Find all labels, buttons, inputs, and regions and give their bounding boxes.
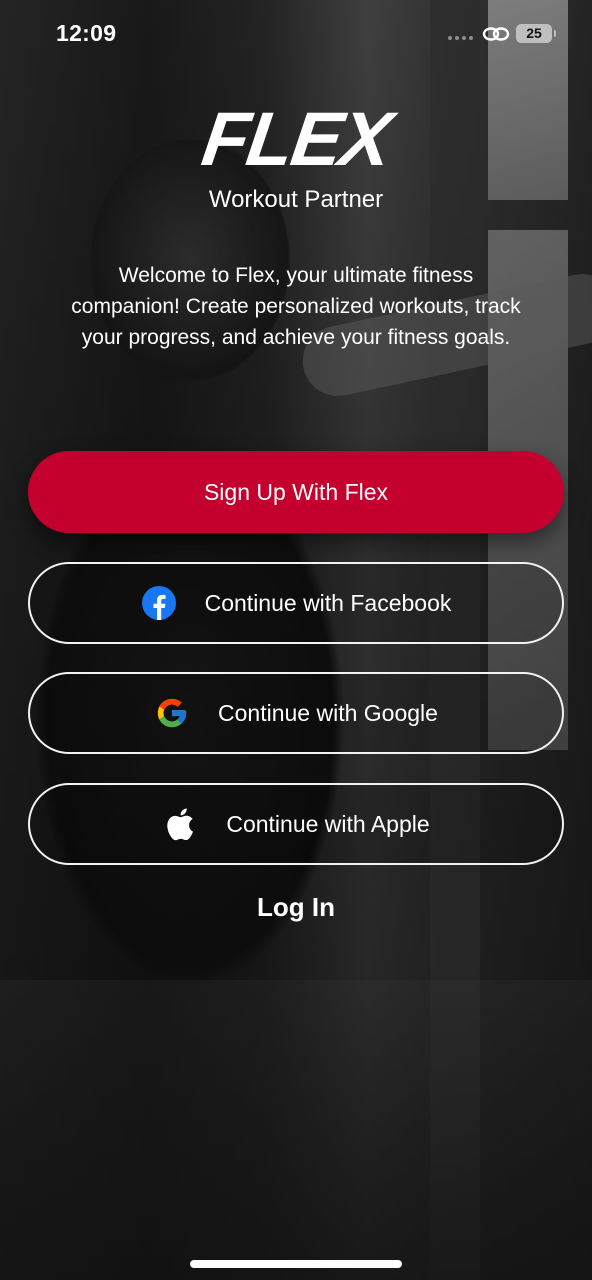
google-icon	[154, 695, 190, 731]
apple-label: Continue with Apple	[226, 810, 430, 837]
log-in-link[interactable]: Log In	[0, 892, 592, 923]
google-label: Continue with Google	[218, 699, 438, 726]
sign-up-label: Sign Up With Flex	[203, 478, 389, 505]
battery-icon: 25	[516, 24, 556, 43]
tagline: Workout Partner	[208, 186, 384, 213]
welcome-text: Welcome to Flex, your ultimate fitness c…	[71, 264, 521, 349]
status-time: 12:09	[56, 20, 117, 46]
continue-apple-button[interactable]: Continue with Apple	[28, 783, 564, 865]
link-icon	[482, 24, 510, 49]
flex-logo: FLEX	[0, 97, 592, 182]
continue-google-button[interactable]: Continue with Google	[28, 672, 564, 754]
facebook-label: Continue with Facebook	[204, 589, 452, 616]
sign-up-button[interactable]: Sign Up With Flex	[28, 451, 564, 533]
apple-icon	[162, 806, 198, 842]
logo-text: FLEX	[196, 97, 396, 182]
home-indicator[interactable]	[190, 1260, 402, 1268]
facebook-icon	[141, 585, 177, 621]
status-bar: 12:09 25	[0, 0, 592, 66]
signal-dots-icon	[448, 36, 473, 40]
continue-facebook-button[interactable]: Continue with Facebook	[28, 562, 564, 644]
